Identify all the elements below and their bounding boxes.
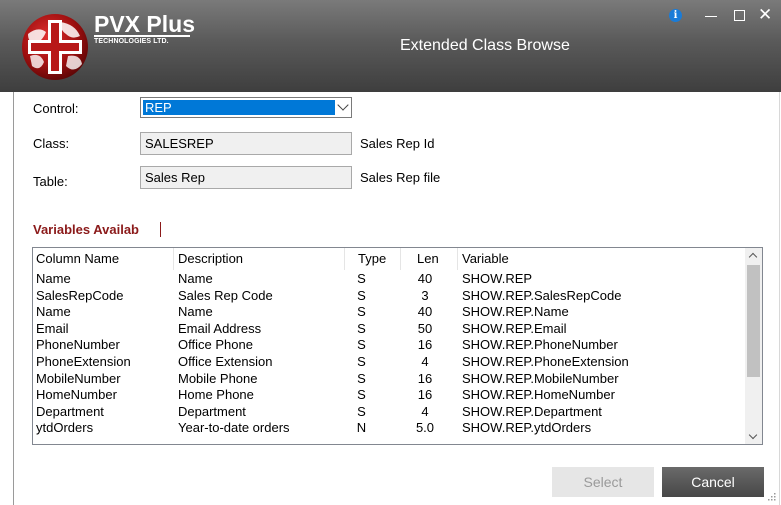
minimize-icon[interactable] [705,16,717,17]
class-label: Class: [33,136,70,151]
cell-variable: SHOW.REP.PhoneExtension [462,353,629,369]
table-row[interactable]: SalesRepCode Sales Rep Code S 3 SHOW.REP.Sal… [33,288,744,305]
cell-type: S [357,370,366,386]
cell-description: Home Phone [178,387,254,403]
cell-column-name: PhoneExtension [36,353,131,369]
cell-type: S [357,287,366,303]
cell-column-name: Name [36,271,71,286]
control-dropdown[interactable]: REP [140,97,352,118]
pvx-globe-logo-icon [22,14,88,80]
cell-len: 50 [417,320,433,336]
table-row[interactable]: PhoneNumber Office Phone S 16 SHOW.REP.Phone… [33,337,744,354]
cell-column-name: PhoneNumber [36,337,120,353]
control-label: Control: [33,101,79,116]
control-dropdown-value: REP [143,100,335,115]
cell-column-name: Name [36,304,71,320]
window-border-right [779,92,780,505]
cell-type: N [356,420,367,436]
cell-description: Department [178,403,246,419]
table-row[interactable]: Name Name S 40 SHOW.REP [33,271,744,288]
table-description: Sales Rep file [360,170,441,185]
text-caret [160,222,161,237]
cancel-button[interactable]: Cancel [662,467,764,497]
class-field: SALESREP [140,132,352,155]
cell-variable: SHOW.REP.Name [462,304,569,320]
title-bar: PVX Plus TECHNOLOGIES LTD. Extended Clas… [0,0,781,92]
table-row[interactable]: ytdOrders Year-to-date orders N 5.0 SHOW.REP… [33,420,744,437]
column-header-variable[interactable]: Variable [459,248,744,270]
cell-len: 4 [421,403,429,419]
brand-name: PVX Plus [94,11,195,37]
table-row[interactable]: Department Department S 4 SHOW.REP.Departmen… [33,404,744,421]
scroll-down-arrow-icon[interactable] [748,430,758,440]
cell-column-name: HomeNumber [36,387,117,403]
cell-variable: SHOW.REP.ytdOrders [462,420,592,436]
cell-description: Office Phone [178,337,253,353]
vertical-scrollbar[interactable] [745,248,762,444]
cell-column-name: MobileNumber [36,370,121,386]
variables-rows: Name Name S 40 SHOW.REP SalesRepCode Sales Rep… [33,271,744,437]
table-row[interactable]: Email Email Address S 50 SHOW.REP.Email [33,321,744,338]
cell-len: 5.0 [415,420,435,436]
cell-type: S [357,304,366,320]
table-row[interactable]: HomeNumber Home Phone S 16 SHOW.REP.HomeNumb… [33,387,744,404]
cell-len: 16 [417,370,433,386]
brand-subtitle: TECHNOLOGIES LTD. [94,38,169,45]
chevron-down-icon[interactable] [337,99,349,111]
cell-variable: SHOW.REP.SalesRepCode [462,287,622,303]
cell-type: S [357,337,366,353]
variables-list[interactable]: Column Name Description Type Len Variabl… [32,247,763,445]
cell-description: Year-to-date orders [178,420,290,436]
cell-type: S [357,353,366,369]
cell-description: Sales Rep Code [178,287,273,303]
cell-variable: SHOW.REP.Email [462,320,567,336]
brand-underline [94,35,190,37]
cell-type: S [357,403,366,419]
cell-len: 40 [417,304,433,320]
table-label: Table: [33,174,68,189]
column-header-type[interactable]: Type [346,248,401,270]
cell-len: 40 [417,271,433,286]
cell-len: 16 [417,337,433,353]
select-button[interactable]: Select [552,467,654,497]
scroll-up-arrow-icon[interactable] [748,252,758,262]
variables-section-title: Variables Availab [33,222,139,237]
table-row[interactable]: MobileNumber Mobile Phone S 16 SHOW.REP.Mobi… [33,371,744,388]
cell-len: 3 [421,287,429,303]
cell-description: Name [178,271,213,286]
cell-column-name: SalesRepCode [36,287,124,303]
column-header-column-name[interactable]: Column Name [33,248,174,270]
cell-len: 16 [417,387,433,403]
cell-column-name: Department [36,403,104,419]
cell-variable: SHOW.REP [462,271,533,286]
cell-description: Email Address [178,320,262,336]
cell-column-name: ytdOrders [36,420,94,436]
cell-variable: SHOW.REP.HomeNumber [462,387,615,403]
class-description: Sales Rep Id [360,136,435,151]
cell-type: S [357,271,366,286]
cell-variable: SHOW.REP.Department [462,403,602,419]
table-row[interactable]: PhoneExtension Office Extension S 4 SHOW.REP… [33,354,744,371]
cell-type: S [357,387,366,403]
window-border-left [13,92,14,505]
info-icon[interactable]: i [669,9,682,22]
window-title: Extended Class Browse [400,37,570,54]
cell-type: S [357,320,366,336]
cell-description: Office Extension [178,353,273,369]
table-row[interactable]: Name Name S 40 SHOW.REP.Name [33,304,744,321]
resize-grip-icon[interactable] [765,490,777,502]
column-header-len[interactable]: Len [402,248,458,270]
maximize-icon[interactable] [734,10,745,21]
cell-variable: SHOW.REP.MobileNumber [462,370,619,386]
list-header: Column Name Description Type Len Variabl… [33,248,744,270]
scrollbar-thumb[interactable] [747,265,760,377]
cell-description: Mobile Phone [178,370,258,386]
column-header-description[interactable]: Description [175,248,345,270]
close-icon[interactable]: ✕ [758,5,772,25]
cell-column-name: Email [36,320,69,336]
cell-len: 4 [421,353,429,369]
cell-description: Name [178,304,213,320]
cell-variable: SHOW.REP.PhoneNumber [462,337,618,353]
table-field: Sales Rep [140,166,352,189]
